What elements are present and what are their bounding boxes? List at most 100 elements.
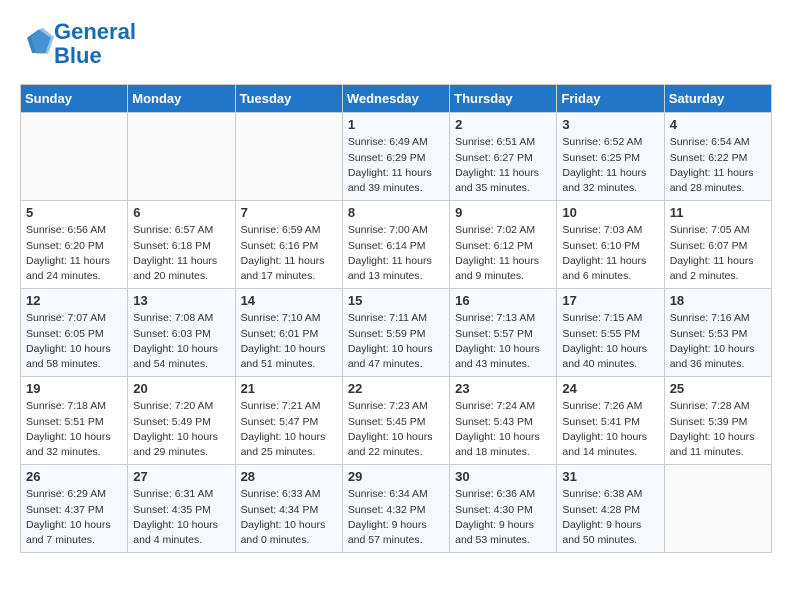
day-number: 27 xyxy=(133,469,229,484)
weekday-header-saturday: Saturday xyxy=(664,85,771,113)
day-number: 15 xyxy=(348,293,444,308)
day-number: 12 xyxy=(26,293,122,308)
weekday-header-thursday: Thursday xyxy=(450,85,557,113)
calendar-cell xyxy=(235,113,342,201)
day-number: 26 xyxy=(26,469,122,484)
calendar-cell: 23 Sunrise: 7:24 AM Sunset: 5:43 PM Dayli… xyxy=(450,377,557,465)
calendar-cell: 4 Sunrise: 6:54 AM Sunset: 6:22 PM Daylig… xyxy=(664,113,771,201)
day-info: Sunrise: 7:00 AM Sunset: 6:14 PM Dayligh… xyxy=(348,223,444,284)
day-number: 28 xyxy=(241,469,337,484)
calendar-week-4: 19 Sunrise: 7:18 AM Sunset: 5:51 PM Dayli… xyxy=(21,377,772,465)
day-info: Sunrise: 7:18 AM Sunset: 5:51 PM Dayligh… xyxy=(26,399,122,460)
logo-icon xyxy=(22,26,54,58)
calendar-cell: 2 Sunrise: 6:51 AM Sunset: 6:27 PM Daylig… xyxy=(450,113,557,201)
day-info: Sunrise: 7:15 AM Sunset: 5:55 PM Dayligh… xyxy=(562,311,658,372)
day-info: Sunrise: 6:29 AM Sunset: 4:37 PM Dayligh… xyxy=(26,487,122,548)
calendar-cell: 16 Sunrise: 7:13 AM Sunset: 5:57 PM Dayli… xyxy=(450,289,557,377)
day-number: 8 xyxy=(348,205,444,220)
calendar-cell: 25 Sunrise: 7:28 AM Sunset: 5:39 PM Dayli… xyxy=(664,377,771,465)
calendar-cell: 18 Sunrise: 7:16 AM Sunset: 5:53 PM Dayli… xyxy=(664,289,771,377)
calendar-cell: 30Sunrise: 6:36 AM Sunset: 4:30 PM Dayli… xyxy=(450,465,557,553)
calendar-header: SundayMondayTuesdayWednesdayThursdayFrid… xyxy=(21,85,772,113)
day-number: 4 xyxy=(670,117,766,132)
day-info: Sunrise: 7:07 AM Sunset: 6:05 PM Dayligh… xyxy=(26,311,122,372)
calendar-body: 1 Sunrise: 6:49 AM Sunset: 6:29 PM Daylig… xyxy=(21,113,772,553)
calendar-cell: 21 Sunrise: 7:21 AM Sunset: 5:47 PM Dayli… xyxy=(235,377,342,465)
day-info: Sunrise: 7:21 AM Sunset: 5:47 PM Dayligh… xyxy=(241,399,337,460)
calendar-cell xyxy=(664,465,771,553)
calendar-cell: 14 Sunrise: 7:10 AM Sunset: 6:01 PM Dayli… xyxy=(235,289,342,377)
day-info: Sunrise: 7:13 AM Sunset: 5:57 PM Dayligh… xyxy=(455,311,551,372)
day-info: Sunrise: 7:11 AM Sunset: 5:59 PM Dayligh… xyxy=(348,311,444,372)
day-number: 19 xyxy=(26,381,122,396)
calendar-cell: 13 Sunrise: 7:08 AM Sunset: 6:03 PM Dayli… xyxy=(128,289,235,377)
day-number: 3 xyxy=(562,117,658,132)
calendar-cell: 31 Sunrise: 6:38 AM Sunset: 4:28 PM Dayli… xyxy=(557,465,664,553)
day-number: 16 xyxy=(455,293,551,308)
day-info: Sunrise: 7:02 AM Sunset: 6:12 PM Dayligh… xyxy=(455,223,551,284)
logo-blue: Blue xyxy=(54,44,136,68)
day-number: 23 xyxy=(455,381,551,396)
logo-general: General xyxy=(54,19,136,44)
calendar-cell: 29Sunrise: 6:34 AM Sunset: 4:32 PM Dayli… xyxy=(342,465,449,553)
weekday-header-wednesday: Wednesday xyxy=(342,85,449,113)
day-info: Sunrise: 6:33 AM Sunset: 4:34 PM Dayligh… xyxy=(241,487,337,548)
calendar-cell xyxy=(128,113,235,201)
day-info: Sunrise: 6:54 AM Sunset: 6:22 PM Dayligh… xyxy=(670,135,766,196)
calendar-cell: 15 Sunrise: 7:11 AM Sunset: 5:59 PM Dayli… xyxy=(342,289,449,377)
day-info: Sunrise: 6:57 AM Sunset: 6:18 PM Dayligh… xyxy=(133,223,229,284)
calendar-week-2: 5 Sunrise: 6:56 AM Sunset: 6:20 PM Daylig… xyxy=(21,201,772,289)
day-number: 5 xyxy=(26,205,122,220)
day-info: Sunrise: 7:08 AM Sunset: 6:03 PM Dayligh… xyxy=(133,311,229,372)
calendar-cell: 22 Sunrise: 7:23 AM Sunset: 5:45 PM Dayli… xyxy=(342,377,449,465)
calendar-cell: 28 Sunrise: 6:33 AM Sunset: 4:34 PM Dayli… xyxy=(235,465,342,553)
calendar-cell: 5 Sunrise: 6:56 AM Sunset: 6:20 PM Daylig… xyxy=(21,201,128,289)
day-info: Sunrise: 6:51 AM Sunset: 6:27 PM Dayligh… xyxy=(455,135,551,196)
day-info: Sunrise: 6:31 AM Sunset: 4:35 PM Dayligh… xyxy=(133,487,229,548)
day-info: Sunrise: 7:05 AM Sunset: 6:07 PM Dayligh… xyxy=(670,223,766,284)
day-number: 25 xyxy=(670,381,766,396)
day-number: 22 xyxy=(348,381,444,396)
day-info: Sunrise: 6:56 AM Sunset: 6:20 PM Dayligh… xyxy=(26,223,122,284)
page-header: General Blue xyxy=(20,20,772,68)
day-info: Sunrise: 6:38 AM Sunset: 4:28 PM Dayligh… xyxy=(562,487,658,548)
day-info: Sunrise: 7:24 AM Sunset: 5:43 PM Dayligh… xyxy=(455,399,551,460)
calendar-cell: 8 Sunrise: 7:00 AM Sunset: 6:14 PM Daylig… xyxy=(342,201,449,289)
day-number: 20 xyxy=(133,381,229,396)
calendar-cell: 11Sunrise: 7:05 AM Sunset: 6:07 PM Dayli… xyxy=(664,201,771,289)
calendar-week-3: 12 Sunrise: 7:07 AM Sunset: 6:05 PM Dayli… xyxy=(21,289,772,377)
logo-text: General Blue xyxy=(54,20,136,68)
day-info: Sunrise: 7:16 AM Sunset: 5:53 PM Dayligh… xyxy=(670,311,766,372)
day-info: Sunrise: 7:03 AM Sunset: 6:10 PM Dayligh… xyxy=(562,223,658,284)
calendar-cell: 27 Sunrise: 6:31 AM Sunset: 4:35 PM Dayli… xyxy=(128,465,235,553)
day-number: 1 xyxy=(348,117,444,132)
day-info: Sunrise: 6:49 AM Sunset: 6:29 PM Dayligh… xyxy=(348,135,444,196)
day-info: Sunrise: 6:59 AM Sunset: 6:16 PM Dayligh… xyxy=(241,223,337,284)
calendar-cell: 12 Sunrise: 7:07 AM Sunset: 6:05 PM Dayli… xyxy=(21,289,128,377)
weekday-header-friday: Friday xyxy=(557,85,664,113)
day-info: Sunrise: 7:20 AM Sunset: 5:49 PM Dayligh… xyxy=(133,399,229,460)
day-number: 31 xyxy=(562,469,658,484)
day-number: 24 xyxy=(562,381,658,396)
day-info: Sunrise: 6:34 AM Sunset: 4:32 PM Dayligh… xyxy=(348,487,444,548)
day-number: 21 xyxy=(241,381,337,396)
day-number: 7 xyxy=(241,205,337,220)
calendar-cell: 6 Sunrise: 6:57 AM Sunset: 6:18 PM Daylig… xyxy=(128,201,235,289)
day-number: 18 xyxy=(670,293,766,308)
day-info: Sunrise: 7:10 AM Sunset: 6:01 PM Dayligh… xyxy=(241,311,337,372)
calendar-cell: 26 Sunrise: 6:29 AM Sunset: 4:37 PM Dayli… xyxy=(21,465,128,553)
calendar-cell: 24 Sunrise: 7:26 AM Sunset: 5:41 PM Dayli… xyxy=(557,377,664,465)
day-info: Sunrise: 7:23 AM Sunset: 5:45 PM Dayligh… xyxy=(348,399,444,460)
day-number: 30 xyxy=(455,469,551,484)
calendar-cell: 1 Sunrise: 6:49 AM Sunset: 6:29 PM Daylig… xyxy=(342,113,449,201)
weekday-header-monday: Monday xyxy=(128,85,235,113)
day-number: 14 xyxy=(241,293,337,308)
day-info: Sunrise: 7:28 AM Sunset: 5:39 PM Dayligh… xyxy=(670,399,766,460)
calendar-cell: 3Sunrise: 6:52 AM Sunset: 6:25 PM Daylig… xyxy=(557,113,664,201)
day-number: 13 xyxy=(133,293,229,308)
day-number: 2 xyxy=(455,117,551,132)
day-number: 6 xyxy=(133,205,229,220)
day-info: Sunrise: 7:26 AM Sunset: 5:41 PM Dayligh… xyxy=(562,399,658,460)
calendar-cell: 7 Sunrise: 6:59 AM Sunset: 6:16 PM Daylig… xyxy=(235,201,342,289)
logo: General Blue xyxy=(20,20,136,68)
